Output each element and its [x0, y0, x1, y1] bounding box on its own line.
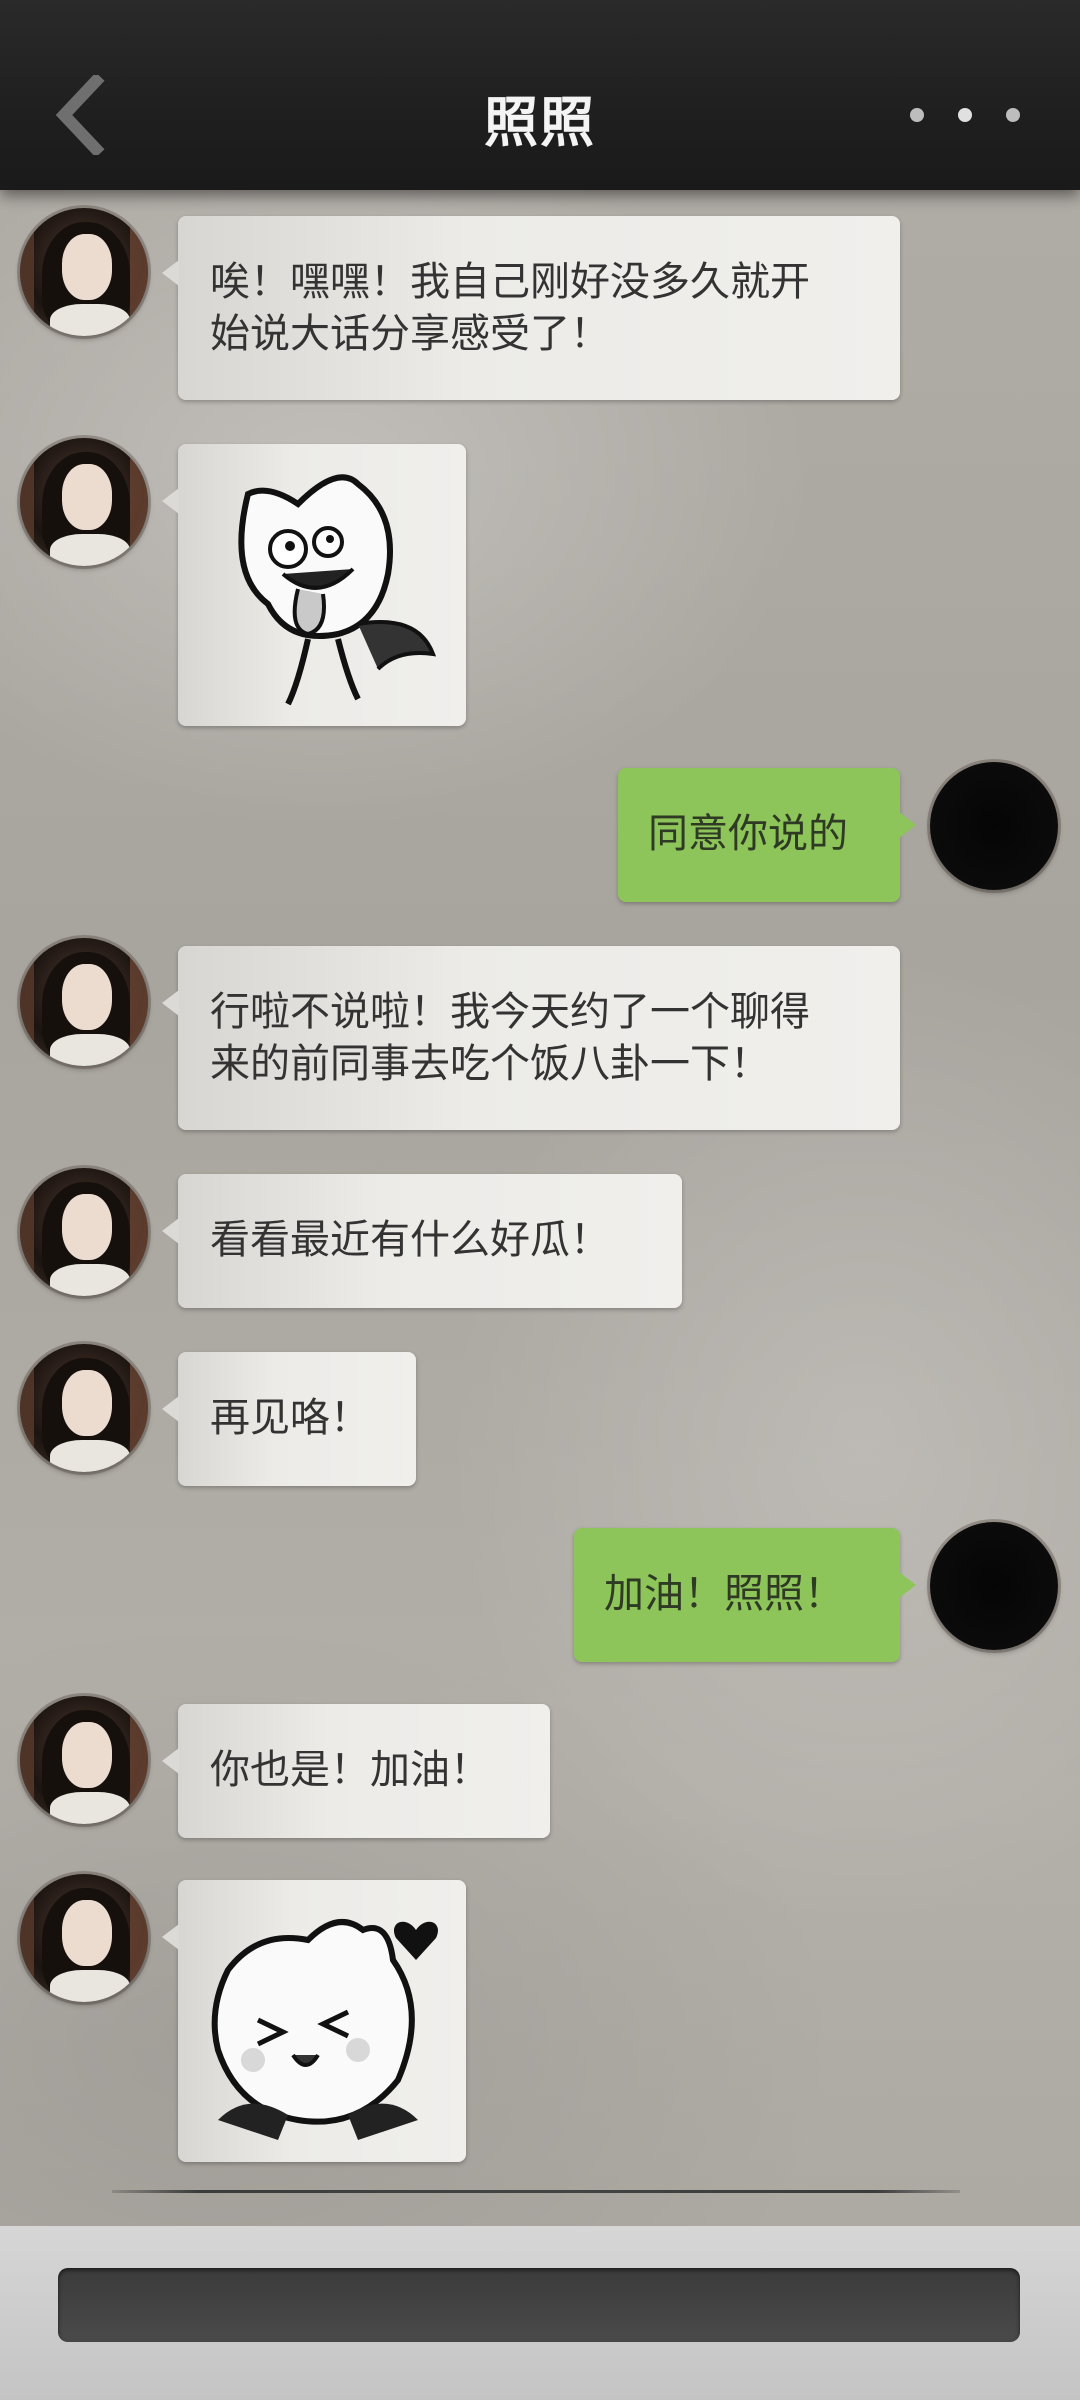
- message-bubble[interactable]: 你也是！加油！: [162, 1704, 550, 1838]
- contact-avatar[interactable]: [20, 938, 148, 1066]
- message-text: 你也是！加油！: [210, 1747, 490, 1793]
- message-text: 看看最近有什么好瓜！: [210, 1217, 610, 1263]
- message-text: 加油！照照！: [604, 1571, 844, 1617]
- contact-avatar[interactable]: [20, 208, 148, 336]
- message-bubble[interactable]: 唉！嘿嘿！我自己刚好没多久就开 始说大话分享感受了！: [162, 216, 900, 400]
- contact-avatar[interactable]: [20, 1696, 148, 1824]
- sticker-message[interactable]: [162, 1880, 466, 2162]
- contact-avatar[interactable]: [20, 1874, 148, 2002]
- message-bubble[interactable]: 看看最近有什么好瓜！: [162, 1174, 682, 1308]
- message-bubble[interactable]: 再见咯！: [162, 1352, 416, 1486]
- message-text: 再见咯！: [210, 1395, 370, 1441]
- top-bar: 照照: [0, 0, 1080, 190]
- bottom-divider: [112, 2190, 960, 2193]
- contact-avatar[interactable]: [20, 1344, 148, 1472]
- message-bubble-outgoing[interactable]: 加油！照照！: [574, 1528, 916, 1662]
- cat-tongue-sticker: [238, 474, 437, 706]
- my-avatar[interactable]: [930, 1522, 1058, 1650]
- message-text: 唉！嘿嘿！我自己刚好没多久就开: [210, 259, 810, 305]
- message-bubble-outgoing[interactable]: 同意你说的: [618, 768, 916, 902]
- sticker-message[interactable]: [162, 444, 466, 726]
- message-text: 同意你说的: [648, 811, 848, 857]
- message-input[interactable]: [58, 2268, 1020, 2342]
- message-text: 来的前同事去吃个饭八卦一下！: [210, 1041, 770, 1087]
- my-avatar[interactable]: [930, 762, 1058, 890]
- message-text: 行啦不说啦！我今天约了一个聊得: [210, 989, 810, 1035]
- message-text: 始说大话分享感受了！: [210, 311, 610, 357]
- input-area: [0, 2226, 1080, 2400]
- cat-heart-sticker: [211, 1919, 438, 2140]
- message-bubble[interactable]: 行啦不说啦！我今天约了一个聊得 来的前同事去吃个饭八卦一下！: [162, 946, 900, 1130]
- more-dots-icon: [910, 108, 924, 122]
- more-button[interactable]: [910, 100, 1020, 130]
- more-dots-icon: [958, 108, 972, 122]
- more-dots-icon: [1006, 108, 1020, 122]
- contact-avatar[interactable]: [20, 1168, 148, 1296]
- contact-avatar[interactable]: [20, 438, 148, 566]
